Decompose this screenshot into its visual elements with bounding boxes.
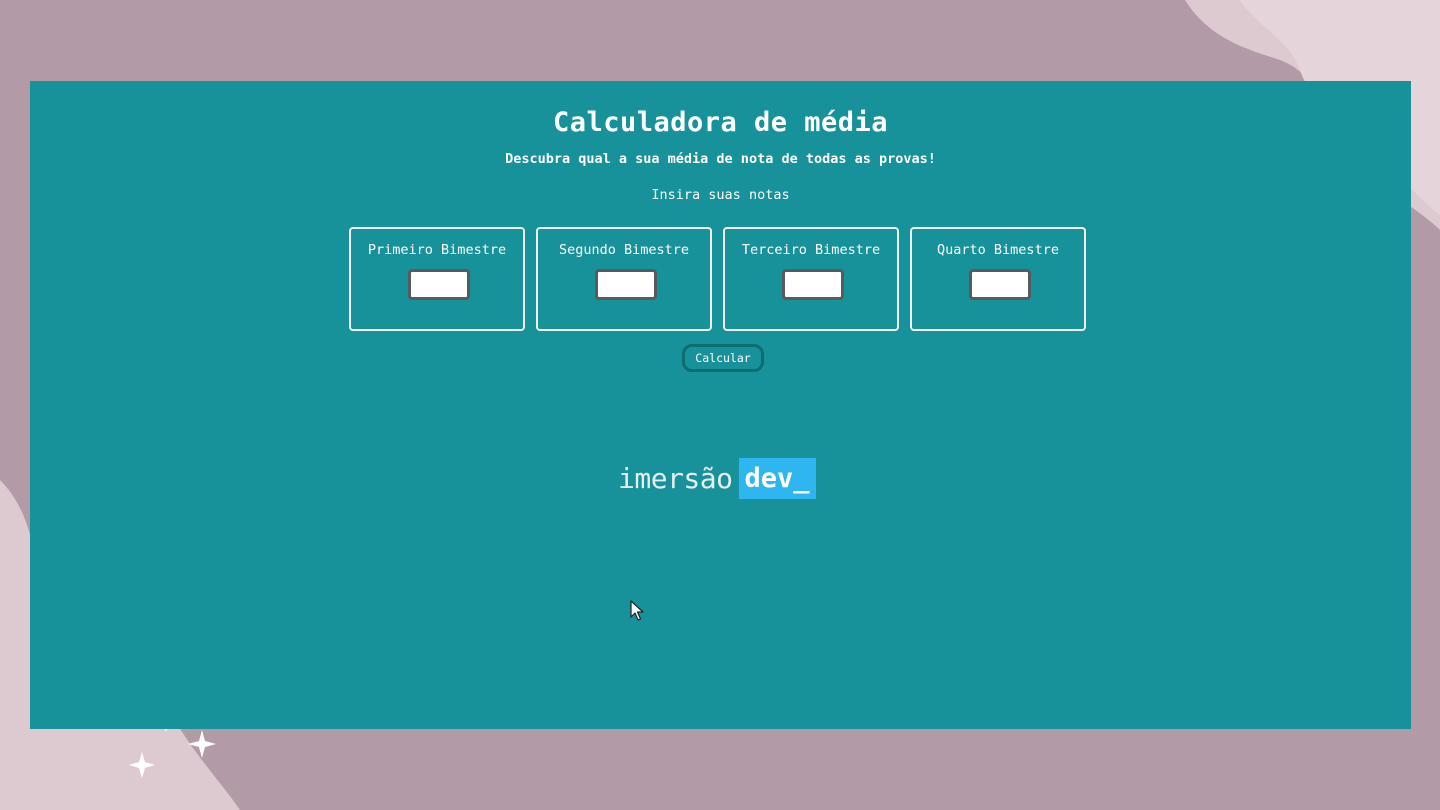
grade-label: Primeiro Bimestre — [367, 242, 507, 258]
grade-label: Terceiro Bimestre — [741, 242, 881, 258]
brand-word: imersão — [618, 462, 733, 495]
instruction-text: Insira suas notas — [651, 187, 790, 203]
brand-highlight-box: dev_ — [738, 458, 816, 499]
grade-input-third[interactable] — [782, 269, 844, 300]
grade-input-second[interactable] — [595, 269, 657, 300]
app-container: Calculadora de média Descubra qual a sua… — [30, 81, 1411, 729]
grade-label: Segundo Bimestre — [558, 242, 690, 258]
mouse-pointer-icon — [630, 600, 644, 621]
grade-card-first: Primeiro Bimestre — [349, 227, 525, 331]
page-subtitle: Descubra qual a sua média de nota de tod… — [505, 151, 936, 167]
brand-highlight: dev_ — [744, 463, 810, 494]
grade-card-second: Segundo Bimestre — [536, 227, 712, 331]
grade-card-third: Terceiro Bimestre — [723, 227, 899, 331]
calculate-button[interactable]: Calcular — [682, 344, 764, 372]
grade-input-first[interactable] — [408, 269, 470, 300]
page-title: Calculadora de média — [552, 107, 889, 138]
grade-input-fourth[interactable] — [969, 269, 1031, 300]
grade-cards: Primeiro Bimestre Segundo Bimestre Terce… — [349, 227, 1086, 331]
grade-label: Quarto Bimestre — [937, 242, 1059, 258]
grade-card-fourth: Quarto Bimestre — [910, 227, 1086, 331]
brand-logo: imersão dev_ — [618, 458, 816, 499]
